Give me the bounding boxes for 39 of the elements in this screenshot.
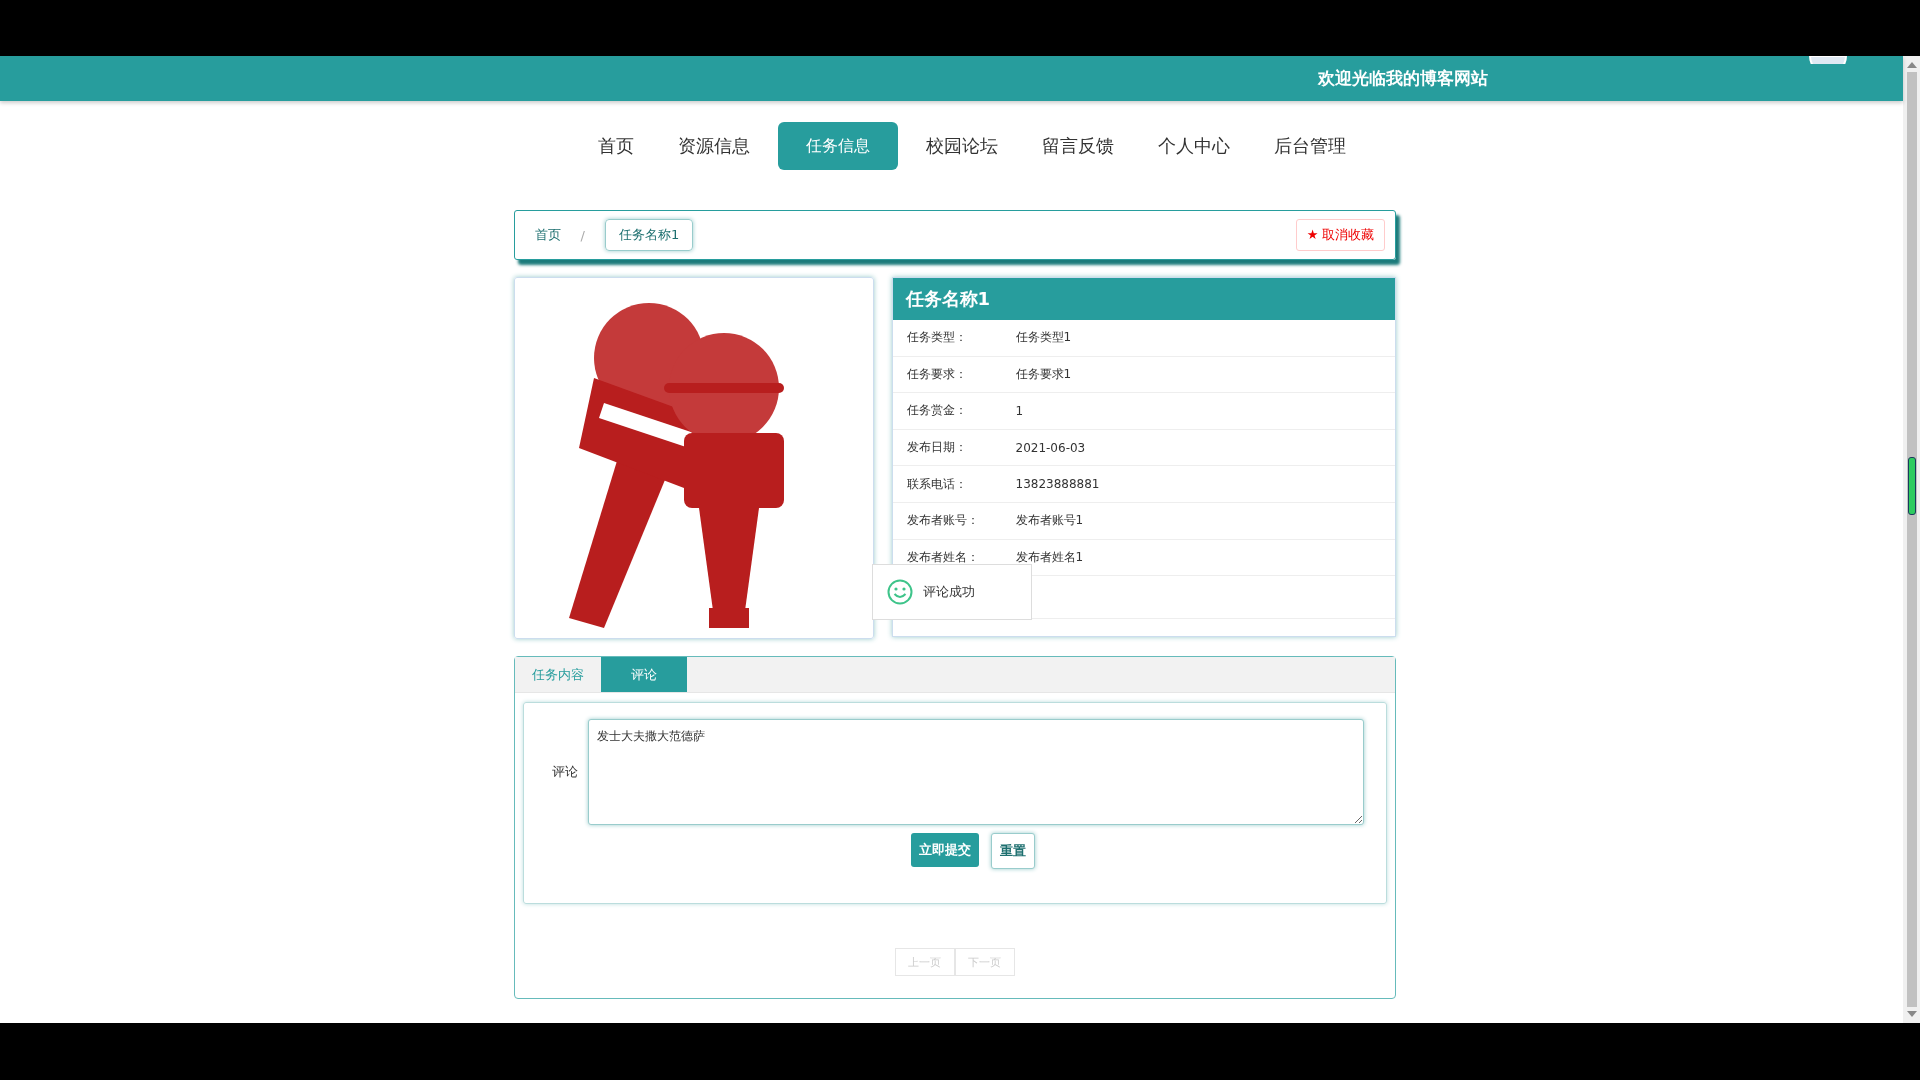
nav-item[interactable]: 任务信息 — [777, 122, 898, 170]
smile-icon — [886, 579, 913, 605]
field-label: 发布者账号： — [906, 512, 980, 530]
field-label: 发布者姓名： — [906, 548, 980, 566]
field-value: 发布者账号1 — [1015, 512, 1084, 530]
detail-title: 任务名称1 — [892, 278, 1395, 320]
field-label: 任务要求： — [906, 365, 968, 383]
field-value: 任务类型1 — [1015, 329, 1072, 347]
field-value: 发布者姓名1 — [1015, 548, 1084, 566]
reset-button[interactable]: 重置 — [990, 833, 1035, 869]
scroll-up-icon[interactable] — [1906, 62, 1917, 68]
field-label: 任务类型： — [906, 329, 968, 347]
welcome-text: 欢迎光临我的博客网站 — [1318, 67, 1488, 90]
field-value: 2021-06-03 — [1015, 440, 1086, 455]
scroll-thumb[interactable] — [1907, 457, 1916, 515]
breadcrumb-item[interactable]: 首页 — [534, 226, 561, 244]
unfavorite-button[interactable]: ★ 取消收藏 — [1295, 219, 1385, 251]
submit-button[interactable]: 立即提交 — [910, 833, 979, 867]
field-value: 1 — [1015, 404, 1024, 418]
field-label: 任务赏金： — [906, 402, 968, 420]
field-value: 13823888881 — [1015, 477, 1100, 492]
avatar-icon[interactable] — [1808, 56, 1848, 64]
nav-item[interactable]: 首页 — [581, 122, 650, 170]
field-value: 任务要求1 — [1015, 365, 1072, 383]
breadcrumb-separator: / — [580, 227, 585, 243]
nav-item[interactable]: 个人中心 — [1141, 122, 1246, 170]
scrollbar[interactable] — [1903, 56, 1920, 1023]
scroll-down-icon[interactable] — [1906, 1011, 1917, 1017]
nav-item[interactable]: 校园论坛 — [909, 122, 1014, 170]
nav-item[interactable]: 留言反馈 — [1025, 122, 1130, 170]
field-label: 发布日期： — [906, 439, 968, 457]
breadcrumb-item[interactable]: 任务名称1 — [604, 219, 694, 251]
nav-item[interactable]: 后台管理 — [1257, 122, 1362, 170]
comment-label: 评论 — [550, 763, 579, 781]
comment-field[interactable]: 发士大夫撒大范德萨 — [587, 719, 1364, 825]
tab[interactable]: 评论 — [600, 657, 687, 692]
nav-item[interactable]: 资源信息 — [661, 122, 766, 170]
toast-text: 评论成功 — [922, 583, 975, 601]
field-label: 联系电话： — [906, 475, 968, 493]
